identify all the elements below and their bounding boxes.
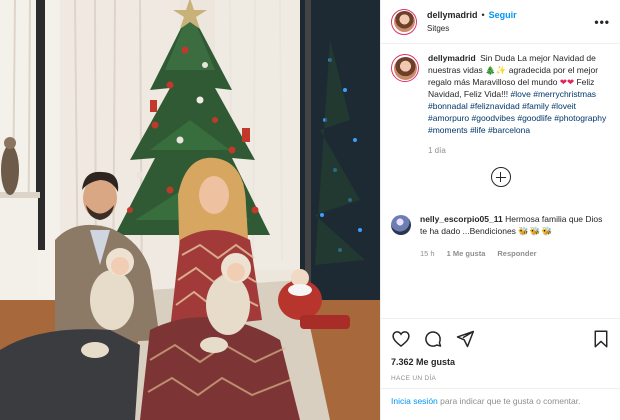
more-options-icon[interactable]: ••• — [592, 15, 612, 29]
bee-emoji-icon: 🐝🐝🐝 — [518, 226, 554, 236]
caption-username[interactable]: dellymadrid — [428, 53, 476, 63]
post-sidebar: dellymadrid • Seguir Sitges ••• dellymad… — [380, 0, 620, 420]
comment-item: nelly_escorpio05_11 Hermosa familia que … — [391, 213, 610, 260]
caption-text: dellymadrid Sin Duda La mejor Navidad de… — [428, 52, 610, 157]
sparkle-emoji-icon: ✨ — [495, 65, 507, 75]
login-link[interactable]: Inicia sesión — [391, 396, 438, 406]
paper-plane-icon[interactable] — [455, 329, 475, 349]
comments-section: dellymadrid Sin Duda La mejor Navidad de… — [381, 52, 620, 260]
author-avatar[interactable] — [391, 8, 417, 35]
hashtag-link[interactable]: #love — [511, 89, 531, 99]
post-actions: 7.362 Me gusta HACE UN DÍA — [381, 318, 620, 382]
hashtag-link[interactable]: #goodlife — [517, 113, 552, 123]
comment-likes[interactable]: 1 Me gusta — [447, 248, 486, 260]
login-prompt: Inicia sesión para indicar que te gusta … — [381, 388, 620, 407]
hashtag-link[interactable]: #family — [522, 101, 549, 111]
post-date[interactable]: HACE UN DÍA — [391, 375, 610, 382]
caption: dellymadrid Sin Duda La mejor Navidad de… — [391, 52, 610, 157]
hashtag-link[interactable]: #bonnadal — [428, 101, 468, 111]
hashtag-link[interactable]: #loveit — [551, 101, 576, 111]
hashtag-link[interactable]: #amorpuro — [428, 113, 469, 123]
caption-timestamp[interactable]: 1 día — [428, 145, 610, 157]
post-header: dellymadrid • Seguir Sitges ••• — [381, 0, 620, 44]
hashtag-link[interactable]: #feliznavidad — [470, 101, 520, 111]
commenter-username[interactable]: nelly_escorpio05_11 — [420, 214, 503, 224]
hearts-emoji-icon: ❤❤ — [559, 77, 575, 87]
separator-dot: • — [481, 9, 485, 20]
caption-avatar[interactable] — [391, 54, 419, 82]
comment-timestamp[interactable]: 15 h — [420, 248, 435, 260]
comment-bubble-icon[interactable] — [423, 329, 443, 349]
hashtag-link[interactable]: #goodvibes — [471, 113, 514, 123]
login-prompt-text: para indicar que te gusta o comentar. — [440, 396, 581, 406]
hashtag-link[interactable]: #merrychristmas — [533, 89, 596, 99]
load-more-comments-icon[interactable] — [490, 167, 511, 187]
author-username[interactable]: dellymadrid — [427, 9, 478, 22]
hashtag-link[interactable]: #barcelona — [488, 125, 530, 135]
hashtag-link[interactable]: #photography — [554, 113, 606, 123]
commenter-avatar[interactable] — [391, 215, 411, 235]
post-photo[interactable] — [0, 0, 380, 420]
tree-emoji-icon: 🎄 — [485, 65, 496, 75]
hashtag-link[interactable]: #moments — [428, 125, 468, 135]
location-link[interactable]: Sitges — [427, 22, 592, 35]
comment-meta: 15 h 1 Me gusta Responder — [420, 248, 610, 260]
bookmark-icon[interactable] — [592, 329, 610, 349]
hashtag-link[interactable]: #life — [470, 125, 486, 135]
heart-outline-icon[interactable] — [391, 329, 411, 349]
family-christmas-photo — [0, 0, 380, 420]
reply-button[interactable]: Responder — [497, 248, 536, 260]
likes-count[interactable]: 7.362 Me gusta — [391, 357, 610, 367]
follow-button[interactable]: Seguir — [489, 9, 517, 22]
